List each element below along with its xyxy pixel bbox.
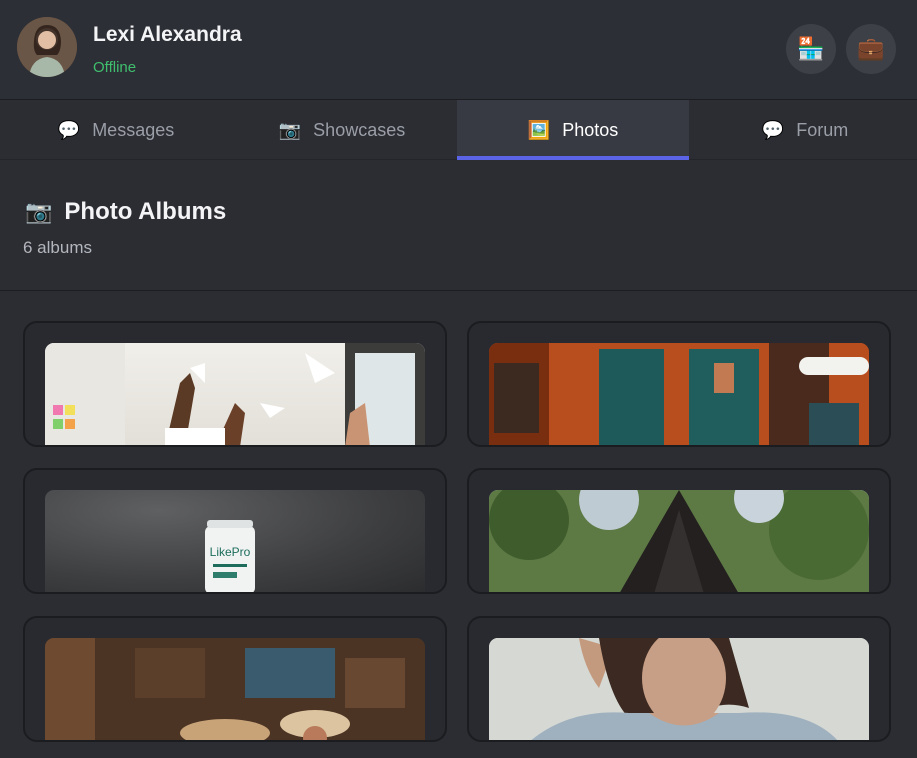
album-card[interactable]: [467, 468, 891, 594]
user-name: Lexi Alexandra: [93, 23, 242, 46]
user-status: Offline: [93, 59, 137, 76]
album-thumbnail: [489, 638, 869, 740]
album-thumbnail: [45, 638, 425, 740]
tab-label: Photos: [562, 119, 619, 140]
store-icon: 🏪: [797, 36, 825, 61]
album-thumbnail: LikePro: [45, 490, 425, 592]
speech-bubble-icon: 💬: [761, 119, 785, 140]
page-title: 📷 Photo Albums: [25, 198, 226, 226]
album-card[interactable]: [467, 616, 891, 742]
framed-picture-icon: 🖼️: [527, 119, 551, 140]
albums-header: [0, 161, 917, 291]
tab-photos[interactable]: 🖼️ Photos: [457, 100, 689, 160]
avatar[interactable]: [17, 17, 77, 77]
profile-header: Lexi Alexandra Offline 🏪 💼: [0, 0, 917, 100]
camera-icon: 📷: [278, 119, 302, 140]
album-thumbnail: [489, 490, 869, 592]
camera-icon: 📷: [25, 199, 53, 224]
tab-messages[interactable]: 💬 Messages: [0, 100, 232, 160]
album-card[interactable]: LikePro: [23, 468, 447, 594]
tab-label: Showcases: [313, 119, 406, 140]
albums-title-text: Photo Albums: [64, 198, 227, 225]
avatar-image: [17, 17, 77, 77]
tab-label: Messages: [92, 119, 175, 140]
tab-bar: 💬 Messages 📷 Showcases 🖼️ Photos 💬 Forum: [0, 100, 917, 160]
svg-text:LikePro: LikePro: [210, 545, 251, 559]
speech-bubble-icon: 💬: [57, 119, 81, 140]
tab-label: Forum: [796, 119, 849, 140]
briefcase-button[interactable]: 💼: [846, 24, 896, 74]
briefcase-icon: 💼: [857, 36, 885, 61]
tab-forum[interactable]: 💬 Forum: [689, 100, 917, 160]
album-card[interactable]: [23, 321, 447, 447]
albums-count: 6 albums: [23, 238, 92, 257]
store-button[interactable]: 🏪: [786, 24, 836, 74]
tab-showcases[interactable]: 📷 Showcases: [226, 100, 458, 160]
album-card[interactable]: [23, 616, 447, 742]
album-card[interactable]: [467, 321, 891, 447]
album-thumbnail: [45, 343, 425, 445]
album-thumbnail: [489, 343, 869, 445]
